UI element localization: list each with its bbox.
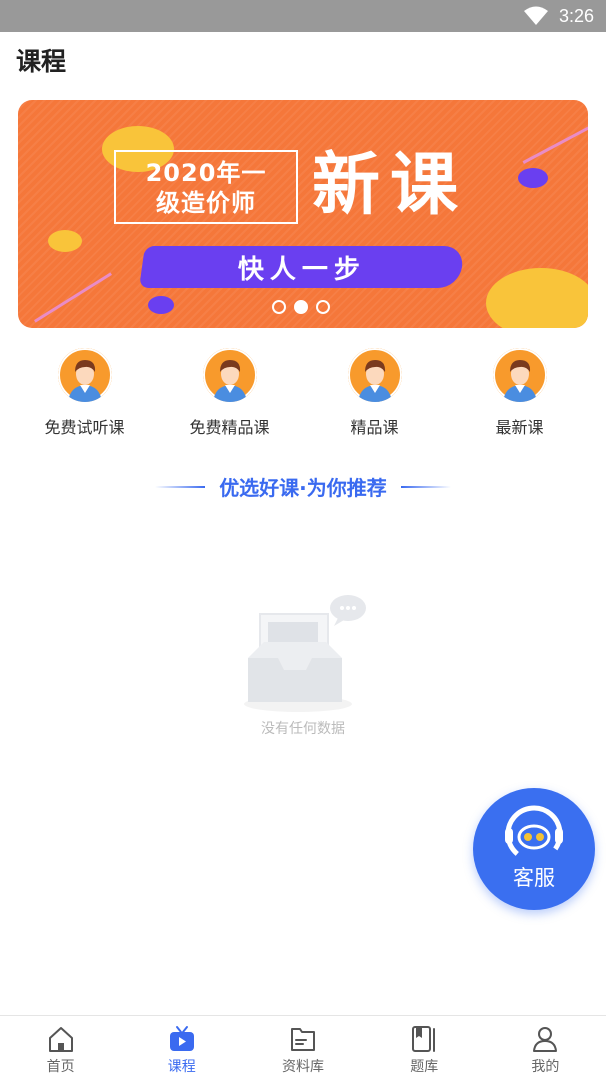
banner-headline: 新课 (312, 146, 469, 225)
empty-state-text: 没有任何数据 (261, 721, 345, 737)
category-newest[interactable]: 最新课 (447, 348, 592, 438)
nav-profile[interactable]: 我的 (485, 1016, 606, 1080)
nav-label: 资料库 (282, 1059, 324, 1075)
nav-label: 题库 (410, 1059, 439, 1075)
status-bar: 3:26 (0, 0, 606, 32)
page-title: 课程 (16, 47, 67, 76)
recommend-heading: 优选好课·为你推荐 (0, 472, 606, 501)
home-icon (48, 1027, 73, 1052)
carousel-dot[interactable] (272, 300, 286, 314)
bottom-nav: 首页 课程 资料库 题库 我的 (0, 1015, 606, 1080)
nav-label: 首页 (46, 1059, 75, 1075)
recommend-title: 优选好课·为你推荐 (219, 476, 387, 500)
banner-decoration (518, 168, 548, 188)
banner-title-box: 2020年一 级造价师 (114, 150, 298, 224)
wifi-icon (523, 6, 548, 25)
banner-decoration (148, 296, 174, 314)
avatar-icon (347, 348, 402, 402)
banner-decoration (48, 230, 82, 252)
user-icon (533, 1027, 558, 1052)
banner-slogan: 快人一步 (139, 246, 465, 288)
avatar-icon (492, 348, 547, 402)
category-label: 精品课 (350, 418, 399, 437)
divider (400, 485, 451, 488)
divider (155, 485, 206, 488)
carousel-dot[interactable] (316, 300, 330, 314)
nav-home[interactable]: 首页 (0, 1016, 121, 1080)
banner-title-line2: 级造价师 (156, 189, 256, 217)
category-label: 免费试听课 (44, 418, 125, 437)
carousel-indicator (272, 300, 330, 314)
carousel-dot-active[interactable] (294, 300, 308, 314)
status-time: 3:26 (558, 5, 594, 26)
customer-service-button[interactable]: 客服 (473, 788, 595, 910)
book-icon (412, 1026, 436, 1052)
avatar-icon (57, 348, 112, 402)
headset-icon (505, 805, 563, 860)
category-label: 免费精品课 (189, 418, 270, 437)
banner-title-line1: 2020年一 (145, 159, 267, 187)
category-free-trial[interactable]: 免费试听课 (12, 348, 157, 438)
nav-label: 课程 (167, 1059, 196, 1075)
banner-slogan-text: 快人一步 (237, 254, 366, 285)
category-row: 免费试听课 免费精品课 精品课 最新课 (0, 348, 606, 438)
customer-service-label: 客服 (513, 866, 555, 890)
nav-course[interactable]: 课程 (121, 1016, 242, 1080)
avatar-icon (202, 348, 257, 402)
category-premium[interactable]: 精品课 (302, 348, 447, 438)
category-free-premium[interactable]: 免费精品课 (157, 348, 302, 438)
course-icon (169, 1026, 194, 1051)
app-screen: 3:26 课程 2020年一 级造价师 新课 快人一步 免费试听课 免费精品课 … (0, 0, 606, 1080)
promo-banner[interactable]: 2020年一 级造价师 新课 快人一步 (18, 100, 588, 328)
nav-questions[interactable]: 题库 (364, 1016, 485, 1080)
nav-materials[interactable]: 资料库 (242, 1016, 363, 1080)
category-label: 最新课 (495, 418, 544, 437)
nav-label: 我的 (531, 1059, 560, 1075)
folder-icon (291, 1028, 315, 1051)
